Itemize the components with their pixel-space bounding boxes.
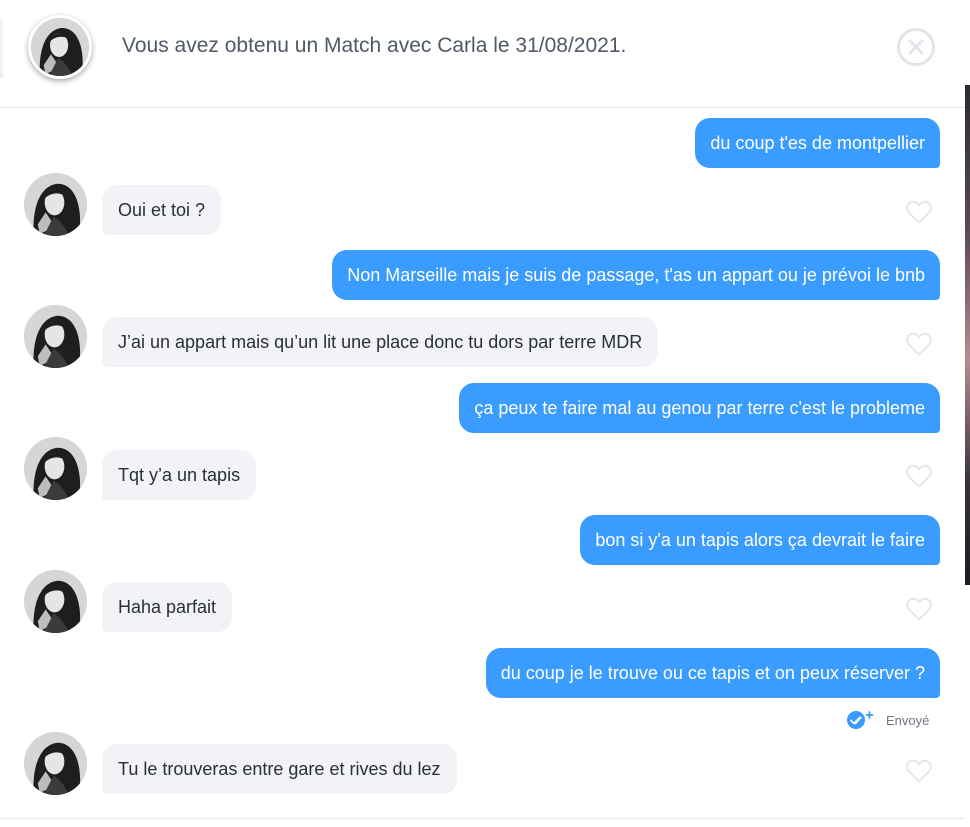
message-status: Envoyé <box>846 710 929 730</box>
heart-icon[interactable] <box>905 758 933 784</box>
sender-avatar[interactable] <box>24 732 87 795</box>
heart-icon[interactable] <box>905 596 933 622</box>
heart-icon[interactable] <box>905 463 933 489</box>
close-button[interactable] <box>897 28 935 66</box>
match-info-text: Vous avez obtenu un Match avec Carla le … <box>122 34 627 57</box>
message-outgoing[interactable]: bon si y'a un tapis alors ça devrait le … <box>580 515 940 565</box>
message-incoming[interactable]: Haha parfait <box>102 582 233 632</box>
match-avatar[interactable] <box>28 15 92 79</box>
panel-edge <box>0 20 3 78</box>
heart-icon[interactable] <box>905 199 933 225</box>
message-incoming[interactable]: Tqt y’a un tapis <box>102 450 257 500</box>
message-incoming[interactable]: Oui et toi ? <box>102 185 222 235</box>
message-outgoing[interactable]: du coup t'es de montpellier <box>695 118 940 168</box>
match-header: Vous avez obtenu un Match avec Carla le … <box>0 0 965 108</box>
sender-avatar[interactable] <box>24 305 87 368</box>
message-incoming[interactable]: Tu le trouveras entre gare et rives du l… <box>102 744 457 794</box>
sender-avatar[interactable] <box>24 173 87 236</box>
message-list[interactable]: du coup t'es de montpellier Oui et toi ?… <box>0 108 965 820</box>
sender-avatar[interactable] <box>24 570 87 633</box>
close-icon <box>908 39 924 55</box>
message-outgoing[interactable]: Non Marseille mais je suis de passage, t… <box>332 250 940 300</box>
message-incoming[interactable]: J’ai un appart mais qu’un lit une place … <box>102 317 659 367</box>
message-outgoing[interactable]: ça peux te faire mal au genou par terre … <box>459 383 940 433</box>
background-photo-edge <box>965 85 970 585</box>
status-label: Envoyé <box>886 712 930 728</box>
heart-icon[interactable] <box>905 331 933 357</box>
message-outgoing[interactable]: du coup je le trouve ou ce tapis et on p… <box>485 648 940 698</box>
sender-avatar[interactable] <box>24 437 87 500</box>
divider <box>0 818 965 819</box>
sent-check-icon <box>847 711 874 729</box>
